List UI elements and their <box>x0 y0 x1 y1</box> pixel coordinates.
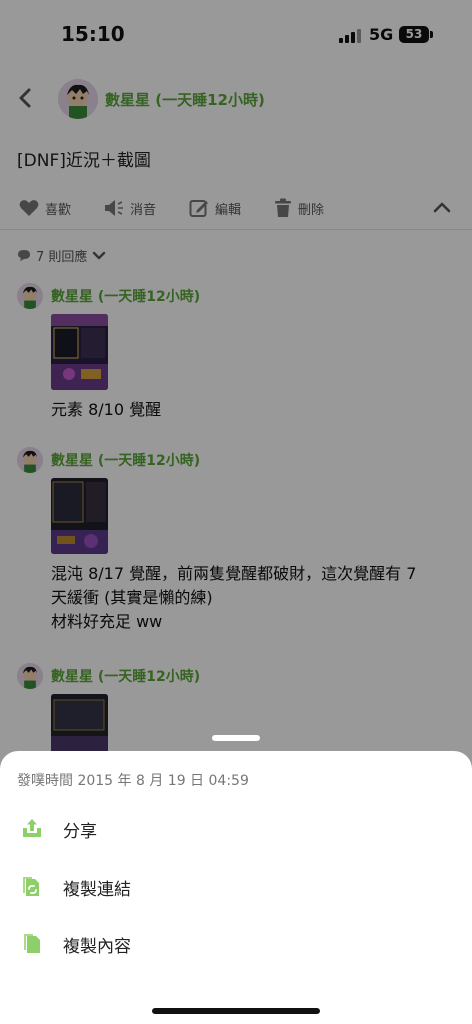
post-options-sheet: 發噗時間 2015 年 8 月 19 日 04:59 分享 複製連結 複製內容 <box>0 751 472 1024</box>
sheet-grab-handle[interactable] <box>212 735 260 741</box>
posted-time: 發噗時間 2015 年 8 月 19 日 04:59 <box>17 773 249 789</box>
copy-content-label: 複製內容 <box>63 937 131 957</box>
share-label: 分享 <box>63 822 97 842</box>
share-icon <box>23 819 41 837</box>
copy-link-icon <box>23 877 39 896</box>
home-indicator[interactable] <box>152 1008 320 1014</box>
copy-link-menu-item[interactable]: 複製連結 <box>0 865 472 909</box>
copy-content-menu-item[interactable]: 複製內容 <box>0 922 472 966</box>
copy-content-icon <box>24 934 40 953</box>
share-menu-item[interactable]: 分享 <box>0 807 472 851</box>
copy-link-label: 複製連結 <box>63 880 131 900</box>
